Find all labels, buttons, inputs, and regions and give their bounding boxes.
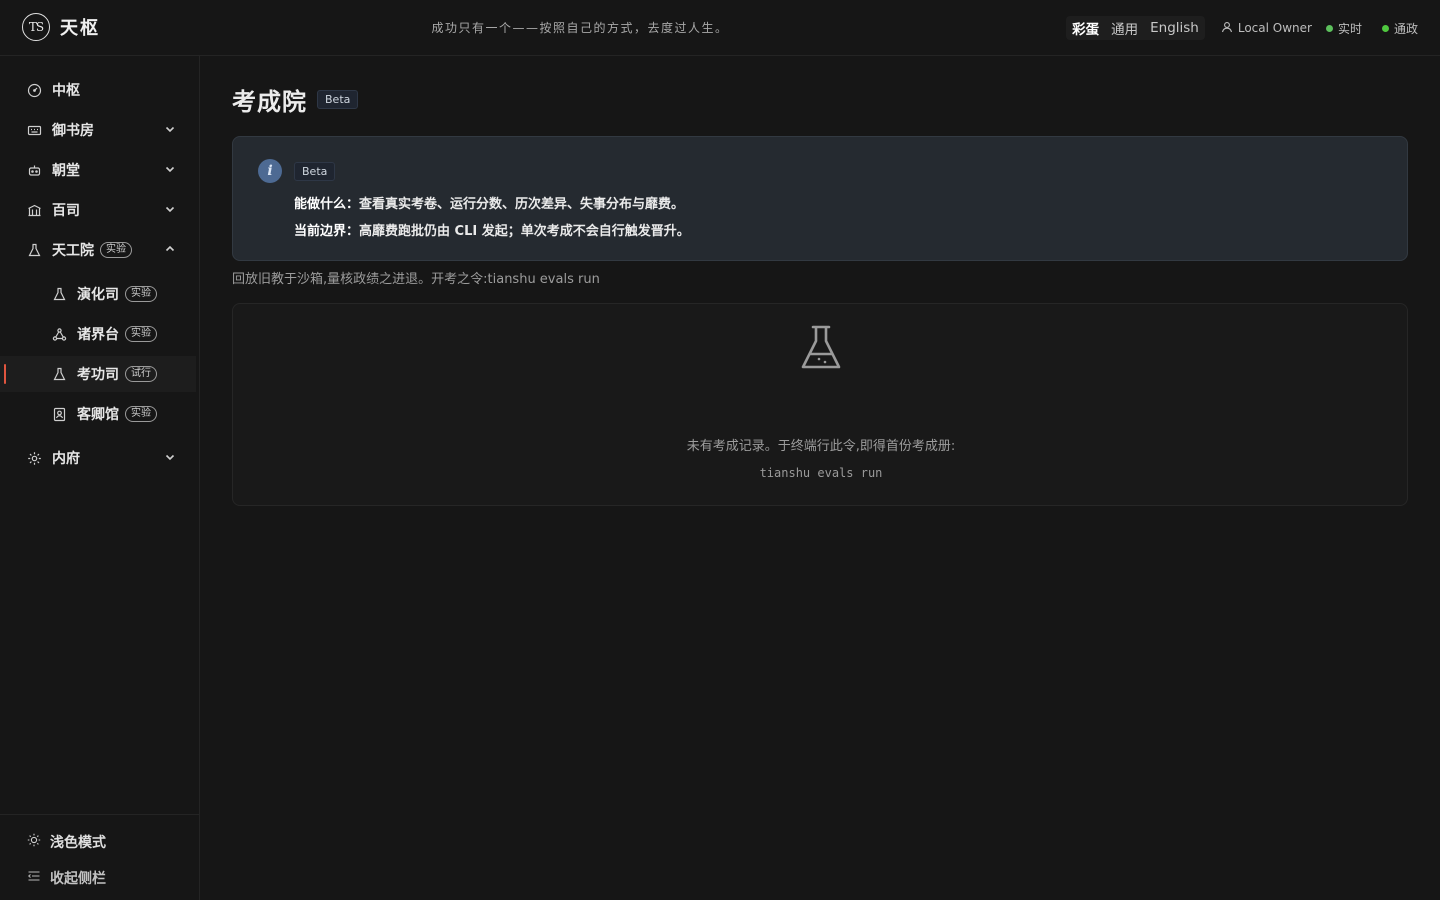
empty-state: 未有考成记录。于终端行此令,即得首份考成册: tianshu evals run [232, 303, 1408, 506]
empty-state-message: 未有考成记录。于终端行此令,即得首份考成册: [686, 439, 956, 454]
sidebar-item-label: 百司 [52, 203, 80, 219]
sun-icon [27, 833, 41, 851]
sidebar-item-guests[interactable]: 客卿馆 实验 [0, 396, 196, 432]
flask-icon [27, 243, 42, 258]
experimental-badge: 实验 [125, 326, 157, 342]
info-icon: i [258, 159, 282, 183]
flask-icon [801, 325, 841, 369]
sidebar-item-label: 客卿馆 [77, 407, 119, 423]
page-title: 考成院 [232, 88, 307, 116]
experimental-badge: 实验 [125, 406, 157, 422]
chevron-down-icon[interactable] [164, 203, 176, 215]
status-governance-label: 通政 [1393, 21, 1418, 36]
cli-command: tianshu evals run [759, 466, 883, 480]
sidebar-item-evolution[interactable]: 演化司 实验 [0, 276, 196, 312]
sidebar-item-internal[interactable]: 内府 [0, 440, 196, 476]
sidebar-item-court[interactable]: 朝堂 [0, 152, 196, 188]
sidebar-item-label: 中枢 [52, 83, 80, 99]
lang-option-general[interactable]: 通用 [1111, 18, 1138, 38]
chevron-up-icon[interactable] [164, 243, 176, 255]
sidebar-item-label: 考功司 [77, 367, 119, 383]
boundary-text: 高靡费跑批仍由 CLI 发起；单次考成不会自行触发晋升。 [359, 224, 690, 239]
beta-badge: Beta [294, 162, 336, 181]
page-header: 考成院 Beta [232, 82, 359, 117]
sidebar-item-label: 演化司 [77, 287, 119, 303]
keyboard-icon [27, 123, 42, 138]
sidebar-item-label: 天工院 [52, 243, 94, 259]
flask-icon [52, 367, 67, 382]
sidebar-footer: 浅色模式 收起侧栏 [0, 814, 200, 900]
sidebar-item-realms[interactable]: 诸界台 实验 [0, 316, 196, 352]
top-bar: TS 天枢 成功只有一个——按照自己的方式，去度过人生。 彩蛋 通用 Engli… [0, 0, 1440, 56]
lang-option-english[interactable]: English [1150, 20, 1199, 36]
capability-line: 能做什么：查看真实考卷、运行分数、历次差异、失事分布与靡费。 [294, 193, 684, 212]
experimental-badge: 实验 [125, 286, 157, 302]
gear-icon [27, 451, 42, 466]
sidebar-item-label: 诸界台 [77, 327, 119, 343]
network-icon [52, 327, 67, 342]
info-banner: i Beta 能做什么：查看真实考卷、运行分数、历次差异、失事分布与靡费。 当前… [232, 136, 1408, 261]
robot-icon [27, 163, 42, 178]
capability-label: 能做什么： [294, 197, 360, 212]
sidebar-item-hub[interactable]: 中枢 [0, 72, 196, 108]
user-menu[interactable]: Local Owner [1221, 21, 1312, 36]
beta-badge: Beta [317, 90, 359, 109]
capability-text: 查看真实考卷、运行分数、历次差异、失事分布与靡费。 [359, 197, 685, 212]
header-motto: 成功只有一个——按照自己的方式，去度过人生。 [431, 21, 729, 35]
status-dot-icon [1381, 24, 1389, 32]
sidebar-item-label: 御书房 [52, 123, 94, 139]
sidebar-item-departments[interactable]: 百司 [0, 192, 196, 228]
dashboard-icon [27, 83, 42, 98]
id-card-icon [52, 407, 67, 422]
sidebar-item-workshop[interactable]: 天工院 实验 [0, 232, 196, 268]
experimental-badge: 实验 [100, 242, 132, 258]
theme-toggle-button[interactable]: 浅色模式 [27, 832, 106, 852]
collapse-sidebar-button[interactable]: 收起侧栏 [27, 868, 106, 888]
collapse-icon [27, 869, 41, 887]
language-switcher: 彩蛋 通用 English [1066, 16, 1205, 40]
sidebar-item-label: 朝堂 [52, 163, 80, 179]
status-dot-icon [1325, 24, 1333, 32]
boundary-label: 当前边界： [294, 224, 360, 239]
sidebar: 中枢 御书房 朝堂 百司 天工院 实验 演化司 实验 诸界台 实验 考功司 试行… [0, 56, 200, 900]
chevron-down-icon[interactable] [164, 163, 176, 175]
chevron-down-icon[interactable] [164, 451, 176, 463]
sidebar-item-evaluations[interactable]: 考功司 试行 [0, 356, 196, 392]
theme-toggle-label: 浅色模式 [50, 835, 106, 851]
header-actions: 彩蛋 通用 English Local Owner 实时 通政 [1066, 16, 1418, 40]
boundary-line: 当前边界：高靡费跑批仍由 CLI 发起；单次考成不会自行触发晋升。 [294, 220, 690, 239]
user-name: Local Owner [1237, 21, 1312, 35]
flask-icon [52, 287, 67, 302]
status-governance: 通政 [1381, 20, 1418, 37]
status-realtime-label: 实时 [1337, 21, 1362, 36]
sidebar-item-label: 内府 [52, 451, 80, 467]
lang-option-easter-egg[interactable]: 彩蛋 [1072, 18, 1099, 38]
page-description: 回放旧教于沙箱,量核政绩之进退。开考之令:tianshu evals run [232, 272, 600, 287]
sidebar-item-study[interactable]: 御书房 [0, 112, 196, 148]
trial-badge: 试行 [125, 366, 157, 382]
chevron-down-icon[interactable] [164, 123, 176, 135]
collapse-sidebar-label: 收起侧栏 [50, 871, 106, 887]
status-realtime: 实时 [1325, 20, 1362, 37]
building-icon [27, 203, 42, 218]
user-icon [1221, 21, 1233, 36]
